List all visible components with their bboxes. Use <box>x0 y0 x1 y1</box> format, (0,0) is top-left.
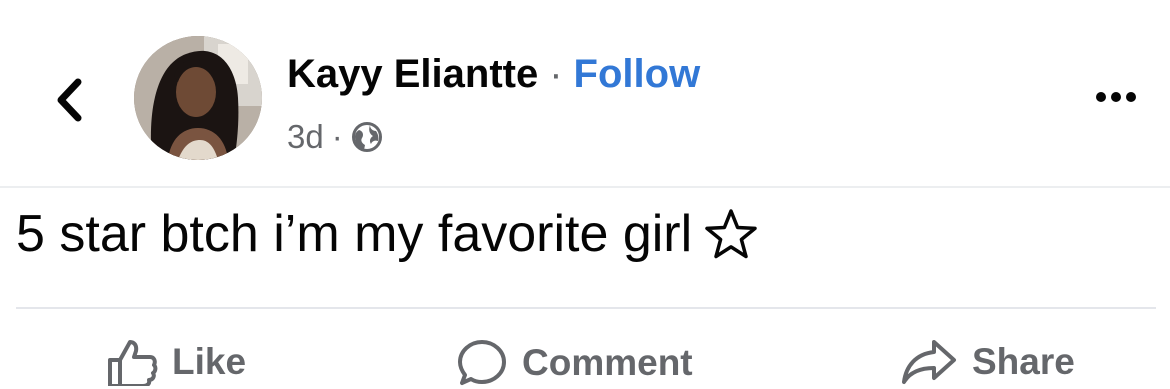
share-label: Share <box>972 341 1075 382</box>
like-button[interactable]: Like <box>106 338 246 386</box>
thumbs-up-icon <box>108 340 158 386</box>
follow-button[interactable]: Follow <box>574 50 701 98</box>
star-outline-icon <box>704 208 758 260</box>
globe-icon <box>351 121 383 153</box>
action-bar: Like Comment Share <box>0 330 1170 389</box>
comment-button[interactable]: Comment <box>456 338 693 388</box>
more-horizontal-icon <box>1096 92 1106 102</box>
facebook-post: Kayy Eliantte · Follow 3d · 5 star btch … <box>0 0 1170 389</box>
avatar[interactable] <box>134 36 262 160</box>
comment-bubble-icon <box>458 340 506 385</box>
post-meta: 3d · <box>287 118 383 156</box>
actions-divider <box>16 307 1156 309</box>
author-row: Kayy Eliantte · Follow <box>287 50 700 98</box>
separator-dot: · <box>549 52 563 96</box>
comment-label: Comment <box>522 342 693 383</box>
share-arrow-icon <box>902 340 956 384</box>
like-label: Like <box>172 341 247 382</box>
back-button[interactable] <box>44 70 94 130</box>
header-divider <box>0 186 1170 188</box>
more-options-button[interactable] <box>1090 86 1142 108</box>
share-button[interactable]: Share <box>900 338 1075 386</box>
post-message: 5 star btch i’m my favorite girl <box>16 205 693 263</box>
timestamp[interactable]: 3d <box>287 118 324 156</box>
chevron-left-icon <box>57 78 82 122</box>
author-name[interactable]: Kayy Eliantte <box>287 50 538 98</box>
post-text: 5 star btch i’m my favorite girl <box>16 198 758 270</box>
meta-separator: · <box>331 118 343 155</box>
